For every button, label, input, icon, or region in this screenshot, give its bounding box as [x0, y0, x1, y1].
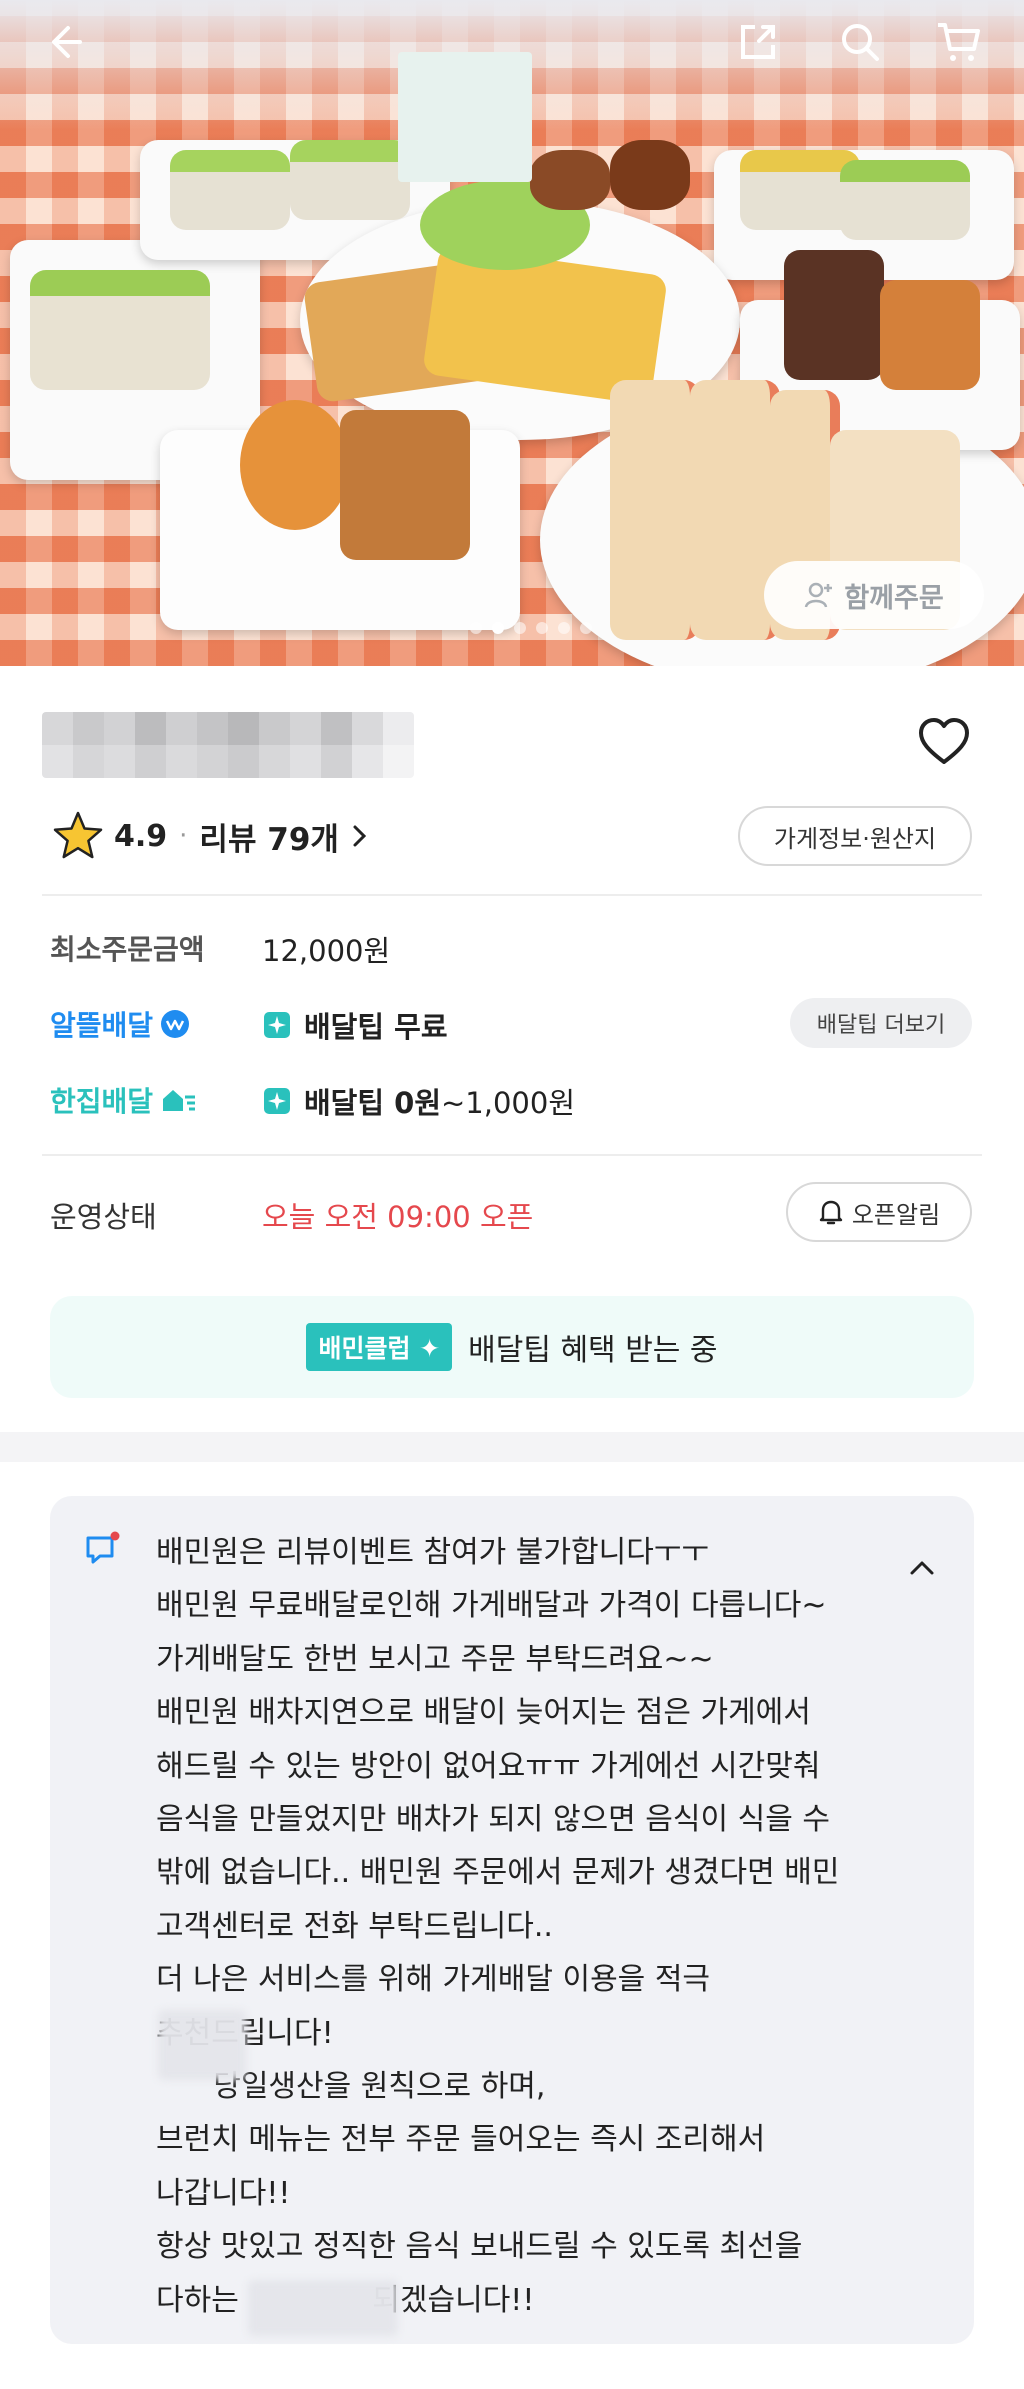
- sandwich: [610, 380, 700, 640]
- redacted-blur: [248, 2280, 398, 2336]
- star-icon: [53, 811, 103, 859]
- back-arrow-icon[interactable]: [36, 14, 92, 70]
- chevron-right-icon: [353, 825, 367, 847]
- pastry: [340, 410, 470, 560]
- notice-line: 해드릴 수 있는 방안이 없어요ㅠㅠ 가게에선 시간맞춰: [156, 1748, 821, 1784]
- carousel-dot: [536, 622, 548, 634]
- group-order-button[interactable]: 함께주문: [764, 561, 984, 629]
- notice-text: 배민원은 리뷰이벤트 참여가 불가합니다ㅜㅜ 배민원 무료배달로인해 가게배달과…: [156, 1526, 916, 2327]
- min-order-label: 최소주문금액: [50, 933, 205, 966]
- add-person-icon: [805, 582, 833, 608]
- top-navigation-bar: [0, 0, 1024, 90]
- delivery-tip-more-button[interactable]: 배달팁 더보기: [790, 998, 972, 1048]
- single-delivery-value-rest: ~1,000원: [441, 1086, 575, 1120]
- muffin: [610, 140, 690, 210]
- single-delivery-tip: 배달팁 0원~1,000원: [262, 1080, 575, 1122]
- wrap-roll: [290, 140, 410, 220]
- sparkle-badge-icon: [264, 1088, 290, 1114]
- owner-notice-card[interactable]: 배민원은 리뷰이벤트 참여가 불가합니다ㅜㅜ 배민원 무료배달로인해 가게배달과…: [50, 1496, 974, 2344]
- muffin: [530, 150, 610, 210]
- notice-line: 밖에 없습니다.. 배민원 주문에서 문제가 생겼다면 배민: [156, 1855, 840, 1891]
- saver-badge-icon: [161, 1010, 190, 1038]
- review-count-link[interactable]: 리뷰 79개: [199, 814, 339, 859]
- baemin-club-text: 배달팁 혜택 받는 중: [468, 1333, 718, 1368]
- notice-line: 항상 맛있고 정직한 음식 보내드릴 수 있도록 최선을: [156, 2229, 803, 2265]
- notice-line: 더 나은 서비스를 위해 가게배달 이용을 적극: [156, 1962, 711, 1998]
- open-alarm-label: 오픈알림: [851, 1200, 941, 1229]
- saver-delivery-tip: 배달팁 무료: [262, 1004, 448, 1046]
- notice-line: 브런치 메뉴는 전부 주문 들어오는 즉시 조리해서: [156, 2122, 766, 2158]
- cart-icon[interactable]: [930, 14, 986, 70]
- carousel-indicator: [470, 622, 592, 634]
- group-order-label: 함께주문: [844, 582, 944, 614]
- saver-delivery-text: 알뜰배달: [50, 1009, 154, 1042]
- baemin-club-banner[interactable]: 배민클럽 ✦ 배달팁 혜택 받는 중: [50, 1296, 974, 1398]
- fast-home-icon: [163, 1090, 196, 1111]
- redacted-blur: [158, 2010, 246, 2080]
- notice-chat-icon: [86, 1531, 120, 1564]
- notice-line: 나갑니다!!: [156, 2175, 291, 2211]
- min-order-value: 12,000원: [262, 934, 391, 968]
- carousel-dot: [558, 622, 570, 634]
- share-icon[interactable]: [730, 14, 786, 70]
- search-icon[interactable]: [832, 14, 888, 70]
- notice-line: 배민원 무료배달로인해 가게배달과 가격이 다릅니다~: [156, 1588, 827, 1624]
- single-delivery-value-bold: 배달팁 0원: [304, 1086, 441, 1120]
- donut: [240, 400, 350, 530]
- chocolate-cake: [784, 250, 884, 380]
- single-delivery-text: 한집배달: [50, 1085, 154, 1118]
- wrap-roll: [170, 150, 290, 230]
- notice-line: 당일생산을 원칙으로 하며,: [156, 2069, 546, 2105]
- store-hero-image[interactable]: 함께주문: [0, 0, 1024, 666]
- store-info-button[interactable]: 가게정보·원산지: [738, 806, 972, 866]
- section-gap: [0, 1432, 1024, 1462]
- divider: [42, 1154, 982, 1156]
- notice-line: 고객센터로 전화 부탁드립니다..: [156, 1908, 553, 1944]
- favorite-heart-icon[interactable]: [914, 712, 974, 772]
- notice-line: 음식을 만들었지만 배차가 되지 않으면 음식이 식을 수: [156, 1802, 830, 1838]
- madeleine: [880, 280, 980, 390]
- wrap-roll: [840, 160, 970, 240]
- operation-status-value: 오늘 오전 09:00 오픈: [262, 1200, 534, 1234]
- saver-delivery-label: 알뜰배달: [50, 1004, 191, 1044]
- baemin-club-tag: 배민클럽 ✦: [306, 1323, 453, 1371]
- wrap-roll: [30, 270, 210, 390]
- rating-summary[interactable]: 4.9 · 리뷰 79개: [52, 806, 371, 866]
- carousel-dot-active: [492, 622, 504, 634]
- saver-delivery-value: 배달팁 무료: [304, 1010, 448, 1044]
- separator-dot: ·: [179, 821, 188, 851]
- sparkle-badge-icon: [264, 1012, 290, 1038]
- carousel-dot: [514, 622, 526, 634]
- carousel-dot: [470, 622, 482, 634]
- carousel-dot: [580, 622, 592, 634]
- bell-icon: [819, 1200, 843, 1225]
- open-alarm-button[interactable]: 오픈알림: [786, 1182, 972, 1242]
- rating-value: 4.9: [114, 818, 168, 854]
- notice-line: 배민원은 리뷰이벤트 참여가 불가합니다ㅜㅜ: [156, 1535, 710, 1570]
- notice-line: 가게배달도 한번 보시고 주문 부탁드려요~~: [156, 1641, 714, 1677]
- notice-line: 추천드립니다!: [156, 2007, 916, 2060]
- notice-line: 배민원 배차지연으로 배달이 늦어지는 점은 가게에서: [156, 1695, 811, 1731]
- divider: [42, 894, 982, 896]
- single-delivery-label: 한집배달: [50, 1080, 197, 1120]
- store-name-blurred: [42, 712, 414, 778]
- operation-status-label: 운영상태: [50, 1200, 157, 1234]
